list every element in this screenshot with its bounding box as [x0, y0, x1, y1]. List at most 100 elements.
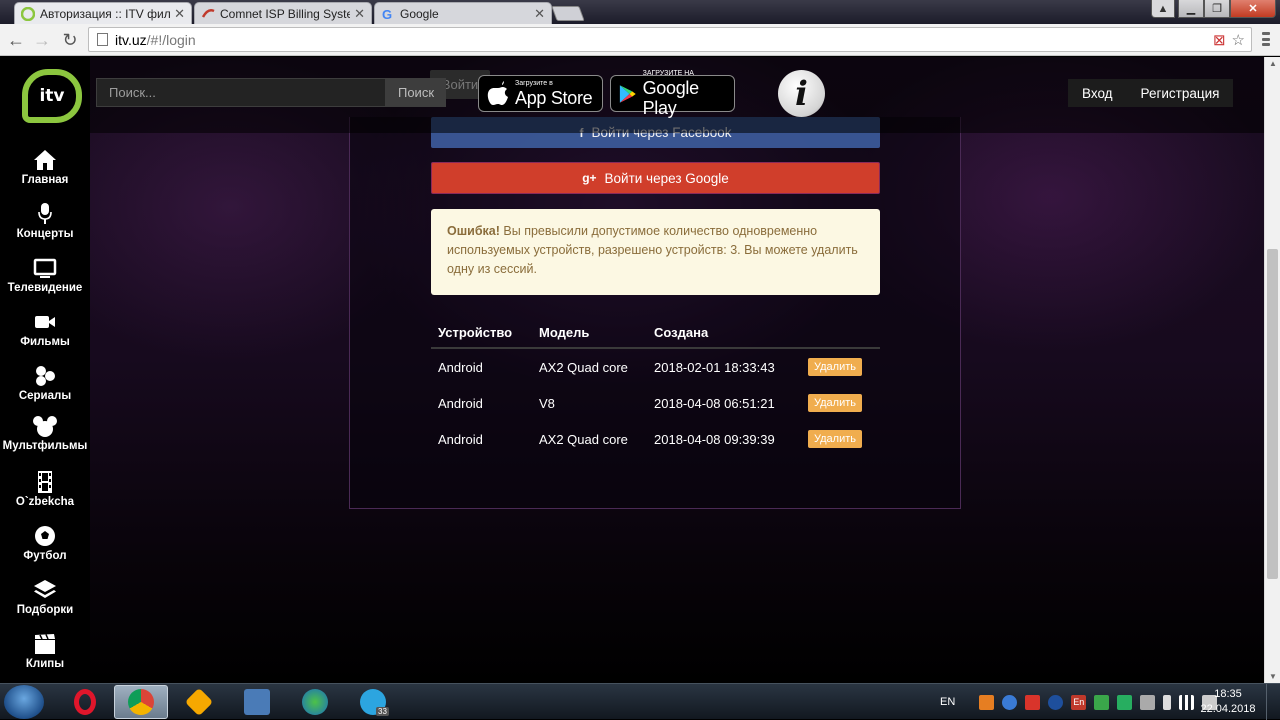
sidebar-item-football[interactable]: Футбол [0, 525, 90, 562]
usb-icon[interactable] [1140, 694, 1156, 710]
device-limit-alert: Ошибка! Вы превысили допустимое количест… [431, 209, 880, 295]
delete-session-button[interactable]: Удалить [808, 358, 862, 376]
warning-icon[interactable] [1025, 694, 1041, 710]
header-created: Создана [654, 324, 709, 340]
sidebar-item-clips[interactable]: Клипы [0, 633, 90, 670]
delete-session-button[interactable]: Удалить [808, 430, 862, 448]
language-indicator[interactable]: EN [940, 696, 955, 708]
reload-icon[interactable]: ↻ [59, 29, 81, 51]
bluetooth-icon[interactable] [1048, 694, 1064, 710]
search-button[interactable]: Поиск [386, 78, 446, 107]
scroll-up-arrow-icon[interactable]: ▲ [1269, 59, 1277, 68]
maximize-window-button[interactable]: ❐ [1204, 0, 1230, 18]
app-store-badge[interactable]: Загрузите в App Store [478, 75, 603, 112]
taskbar-opera[interactable] [58, 685, 112, 719]
itv-logo[interactable]: itv [22, 69, 82, 123]
scrollbar-thumb[interactable] [1267, 249, 1278, 579]
battery-icon[interactable] [1163, 694, 1172, 710]
tray-app-icon[interactable] [979, 694, 995, 710]
close-icon[interactable]: ✕ [534, 6, 545, 22]
page-viewport: f Войти через Facebook g+ Войти через Go… [0, 57, 1264, 683]
google-play-badge[interactable]: ЗАГРУЗИТЕ НА Google Play [610, 70, 735, 118]
sidebar-item-series[interactable]: Сериалы [0, 365, 90, 402]
close-icon[interactable]: ✕ [174, 6, 185, 22]
signal-icon[interactable] [1179, 694, 1195, 710]
taskbar-ie[interactable] [288, 685, 342, 719]
sidebar-item-concerts[interactable]: Концерты [0, 203, 90, 240]
page-scrollbar[interactable]: ▲ ▼ [1264, 57, 1280, 683]
google-login-button[interactable]: g+ Войти через Google [431, 162, 880, 194]
user-profile-icon[interactable]: ▲ [1151, 0, 1175, 18]
google-favicon-icon: G [381, 7, 395, 22]
tab-itv[interactable]: Авторизация :: ITV фильмы ✕ [14, 2, 192, 24]
model-cell: V8 [539, 395, 555, 411]
tab-title: Google [400, 6, 439, 21]
blocked-popup-icon[interactable]: ⊠ [1213, 31, 1226, 49]
tray-lang-icon[interactable]: En [1071, 694, 1087, 710]
home-icon [0, 149, 90, 171]
created-cell: 2018-04-08 06:51:21 [654, 395, 775, 411]
sidebar-item-label: Концерты [16, 228, 74, 240]
delete-cell: Удалить [808, 421, 862, 457]
table-row: Android AX2 Quad core 2018-02-01 18:33:4… [431, 349, 880, 385]
forward-arrow-icon[interactable]: → [31, 29, 53, 51]
sidebar-item-tv[interactable]: Телевидение [0, 257, 90, 294]
sidebar-item-cartoons[interactable]: Мультфильмы [0, 415, 90, 452]
back-arrow-icon[interactable]: ← [5, 29, 27, 51]
table-row: Android V8 2018-04-08 06:51:21 Удалить [431, 385, 880, 421]
created-cell: 2018-04-08 09:39:39 [654, 431, 775, 447]
created-cell: 2018-02-01 18:33:43 [654, 359, 775, 375]
table-row: Android AX2 Quad core 2018-04-08 09:39:3… [431, 421, 880, 457]
taskbar-telegram[interactable]: 33 [346, 685, 400, 719]
taskbar-network-app[interactable] [230, 685, 284, 719]
minimize-window-button[interactable]: ▁ [1178, 0, 1204, 18]
network-app-icon [244, 689, 270, 715]
sidebar-item-films[interactable]: Фильмы [0, 311, 90, 348]
taskbar-chrome[interactable] [114, 685, 168, 719]
taskbar-clock[interactable]: 18:35 22.04.2018 [1196, 687, 1260, 717]
delete-session-button[interactable]: Удалить [808, 394, 862, 412]
auth-buttons: Вход Регистрация [1068, 79, 1234, 107]
close-window-button[interactable]: ✕ [1230, 0, 1276, 18]
apple-icon [487, 80, 508, 105]
bookmark-star-icon[interactable]: ☆ [1232, 31, 1245, 49]
info-icon[interactable]: i [778, 70, 825, 117]
address-bar[interactable]: itv.uz/#!/login ⊠ ☆ [88, 27, 1252, 52]
tab-google[interactable]: G Google ✕ [374, 2, 552, 24]
new-tab-button[interactable] [551, 6, 585, 21]
app-store-text: App Store [515, 87, 593, 108]
sidebar-item-uzbek[interactable]: O`zbekcha [0, 471, 90, 508]
sidebar: itv Главная Концерты Телевидение Фильмы … [0, 57, 90, 683]
url-text: itv.uz/#!/login [115, 32, 196, 48]
show-desktop-button[interactable] [1266, 684, 1280, 720]
aimp-triangle-icon [184, 687, 214, 717]
tray-app-icon[interactable] [1117, 694, 1133, 710]
sidebar-item-label: Мультфильмы [2, 440, 88, 452]
tray-app-icon[interactable] [1002, 694, 1018, 710]
shield-icon[interactable] [1094, 694, 1110, 710]
page-info-icon[interactable] [97, 33, 108, 46]
comnet-favicon-icon [201, 7, 215, 21]
start-button[interactable] [4, 685, 44, 719]
table-header: Устройство Модель Создана [431, 317, 880, 349]
app-store-small-text: Загрузите в [515, 79, 553, 87]
sidebar-item-home[interactable]: Главная [0, 149, 90, 186]
delete-cell: Удалить [808, 385, 862, 421]
login-button[interactable]: Вход [1068, 79, 1127, 107]
close-icon[interactable]: ✕ [354, 6, 365, 22]
taskbar-aimp[interactable] [172, 685, 226, 719]
sidebar-item-collections[interactable]: Подборки [0, 579, 90, 616]
layers-icon [0, 579, 90, 601]
chrome-menu-icon[interactable] [1258, 30, 1274, 48]
google-play-icon [619, 84, 636, 103]
tab-title: Comnet ISP Billing System [220, 6, 351, 21]
clapper-icon [0, 633, 90, 655]
browser-toolbar: ← → ↻ itv.uz/#!/login ⊠ ☆ [0, 24, 1280, 56]
device-cell: Android [438, 359, 483, 375]
sidebar-item-label: Футбол [23, 550, 67, 562]
scroll-down-arrow-icon[interactable]: ▼ [1269, 672, 1277, 681]
search-input[interactable] [96, 78, 386, 107]
device-cell: Android [438, 395, 483, 411]
tab-comnet[interactable]: Comnet ISP Billing System ✕ [194, 2, 372, 24]
register-button[interactable]: Регистрация [1126, 79, 1234, 107]
